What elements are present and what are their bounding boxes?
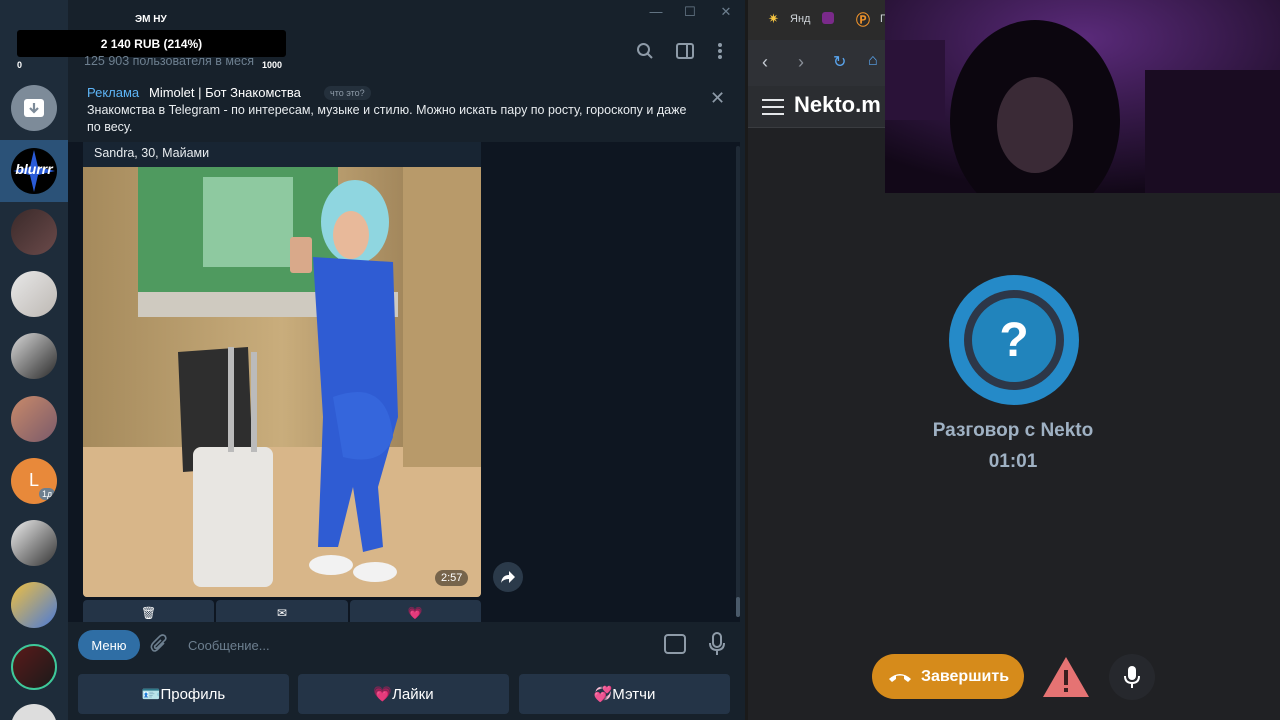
microphone-icon: [1124, 666, 1140, 688]
message-caption: Sandra, 30, Майами: [94, 146, 210, 160]
search-icon[interactable]: [634, 40, 656, 62]
screen: ЭМ НУ 2 140 RUB (214%) 0 1000 125 903 по…: [0, 0, 1280, 720]
avatar-chat[interactable]: [11, 396, 57, 442]
site-title: Nekto.m: [794, 92, 881, 117]
avatar-chat[interactable]: [11, 644, 57, 690]
forward-icon[interactable]: ›: [798, 52, 804, 73]
sidebar-toggle-icon[interactable]: [674, 40, 696, 62]
avatar-chat[interactable]: [11, 333, 57, 379]
message-input[interactable]: [188, 630, 648, 660]
scrollbar-thumb[interactable]: [736, 597, 740, 617]
avatar-label: blurrr: [15, 161, 53, 177]
attach-icon[interactable]: [150, 634, 168, 659]
avatar-chat[interactable]: [11, 520, 57, 566]
close-icon[interactable]: ✕: [716, 3, 736, 21]
call-microphone-button[interactable]: [1109, 654, 1155, 700]
archive-icon: [24, 99, 44, 117]
ad-label: Реклама: [87, 85, 140, 100]
keyboard-toggle-icon[interactable]: [664, 634, 686, 654]
avatar-blurrr[interactable]: blurrr: [11, 148, 57, 194]
composer: Меню: [68, 622, 740, 668]
ad-text: Знакомства в Telegram - по интересам, му…: [87, 103, 687, 134]
inline-button-like[interactable]: 💗: [349, 600, 481, 622]
members-count: 125 903 пользователя в меся: [84, 54, 254, 68]
webcam-overlay: [885, 0, 1280, 193]
inline-keyboard: 🗑 ✉ 💗: [83, 600, 481, 622]
donation-title: ЭМ НУ: [135, 14, 167, 25]
home-icon[interactable]: ⌂: [868, 52, 878, 70]
maximize-icon[interactable]: ☐: [680, 3, 700, 21]
archive-button[interactable]: [11, 85, 57, 131]
end-call-button[interactable]: Завершить: [872, 654, 1024, 699]
video-duration: 2:57: [435, 570, 469, 586]
avatar-chat[interactable]: [11, 209, 57, 255]
avatar-chat[interactable]: L 1д: [11, 458, 57, 504]
tab-yandex[interactable]: Янд: [790, 13, 810, 25]
ad-close-icon[interactable]: ✕: [710, 88, 725, 109]
share-icon: [501, 571, 515, 583]
donation-min: 0: [17, 60, 23, 70]
message-bubble: Sandra, 30, Майами 2:57: [83, 142, 481, 597]
tab-favicon: [822, 12, 834, 24]
minimize-icon[interactable]: —: [646, 3, 666, 21]
microphone-icon[interactable]: [709, 632, 725, 661]
inline-button-delete[interactable]: 🗑: [83, 600, 215, 622]
inline-button-message[interactable]: ✉: [216, 600, 348, 622]
ad-bot-name[interactable]: Mimolet | Бот Знакомства: [149, 85, 301, 100]
share-button[interactable]: [493, 562, 523, 592]
avatar-chat[interactable]: [11, 271, 57, 317]
scrollbar-track[interactable]: [736, 146, 740, 616]
conversation-title: Разговор с Nekto: [932, 420, 1094, 441]
end-call-label: Завершить: [920, 667, 1010, 685]
avatar-chat[interactable]: [11, 582, 57, 628]
yandex-tab-icon: ✷: [768, 11, 779, 26]
chat-area: Sandra, 30, Майами 2:57 🗑 ✉ 💗: [68, 142, 740, 622]
report-warning-icon[interactable]: [1041, 655, 1091, 699]
matches-button[interactable]: 💞Мэтчи: [519, 674, 730, 714]
avatar-badge: 1д: [39, 488, 56, 500]
profile-photo[interactable]: [83, 167, 481, 597]
reply-keyboard: 🪪Профиль 💗Лайки 💞Мэтчи: [68, 668, 740, 720]
donation-max: 1000: [262, 60, 283, 70]
back-icon[interactable]: ‹: [762, 52, 768, 73]
ad-what-is-this[interactable]: что это?: [324, 86, 371, 100]
likes-button[interactable]: 💗Лайки: [298, 674, 509, 714]
hang-up-icon: [888, 673, 911, 682]
profile-button[interactable]: 🪪Профиль: [78, 674, 289, 714]
donation-progress: 2 140 RUB (214%): [17, 30, 286, 57]
telegram-window: ЭМ НУ 2 140 RUB (214%) 0 1000 125 903 по…: [0, 0, 745, 720]
sponsored-message[interactable]: Реклама Mimolet | Бот Знакомства что это…: [68, 80, 740, 142]
bot-menu-button[interactable]: Меню: [78, 630, 140, 660]
more-icon[interactable]: [709, 40, 731, 62]
question-mark-icon: ?: [972, 298, 1056, 382]
tab-favicon: Ⓟ: [856, 12, 870, 28]
call-timer: 01:01: [988, 451, 1038, 472]
unknown-user-avatar: ?: [949, 275, 1079, 405]
hamburger-menu-icon[interactable]: [762, 99, 784, 115]
reload-icon[interactable]: ↻: [833, 52, 846, 72]
